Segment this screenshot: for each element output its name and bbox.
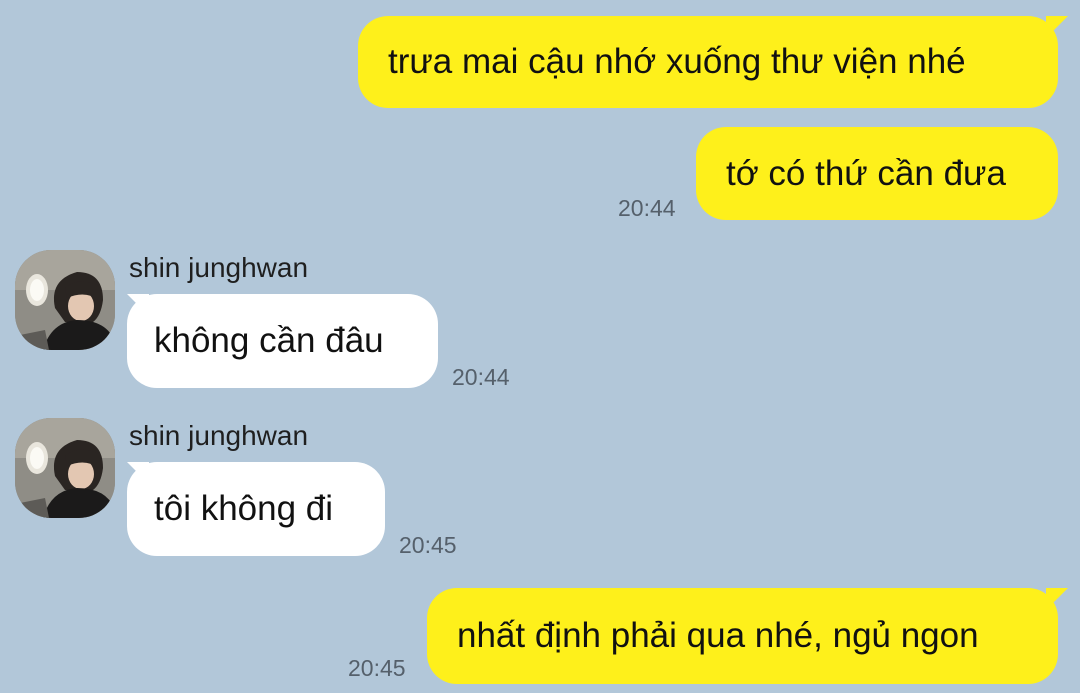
profile-photo-icon <box>15 418 115 518</box>
message-timestamp: 20:45 <box>348 655 406 681</box>
message-text: không cần đâu <box>154 321 384 360</box>
avatar[interactable] <box>15 250 115 350</box>
message-timestamp: 20:45 <box>399 532 457 558</box>
message-text: tớ có thứ cần đưa <box>726 153 1006 193</box>
message-bubble-outgoing[interactable]: nhất định phải qua nhé, ngủ ngon <box>427 588 1058 684</box>
profile-photo-icon <box>15 250 115 350</box>
sender-name: shin junghwan <box>129 252 309 283</box>
message-timestamp: 20:44 <box>452 364 510 390</box>
message-bubble-outgoing[interactable]: trưa mai cậu nhớ xuống thư viện nhé <box>358 16 1058 108</box>
message-timestamp: 20:44 <box>618 195 676 221</box>
message-bubble-outgoing[interactable]: tớ có thứ cần đưa <box>696 127 1058 220</box>
message-text: nhất định phải qua nhé, ngủ ngon <box>457 616 979 655</box>
sender-name: shin junghwan <box>129 420 309 451</box>
message-bubble-incoming[interactable]: tôi không đi <box>127 462 385 556</box>
chat-screen: { "messages": [ {"from": "me", "text": "… <box>0 0 1080 693</box>
message-text: tôi không đi <box>154 489 334 528</box>
message-bubble-incoming[interactable]: không cần đâu <box>127 294 438 388</box>
message-text: trưa mai cậu nhớ xuống thư viện nhé <box>388 42 966 81</box>
avatar[interactable] <box>15 418 115 518</box>
